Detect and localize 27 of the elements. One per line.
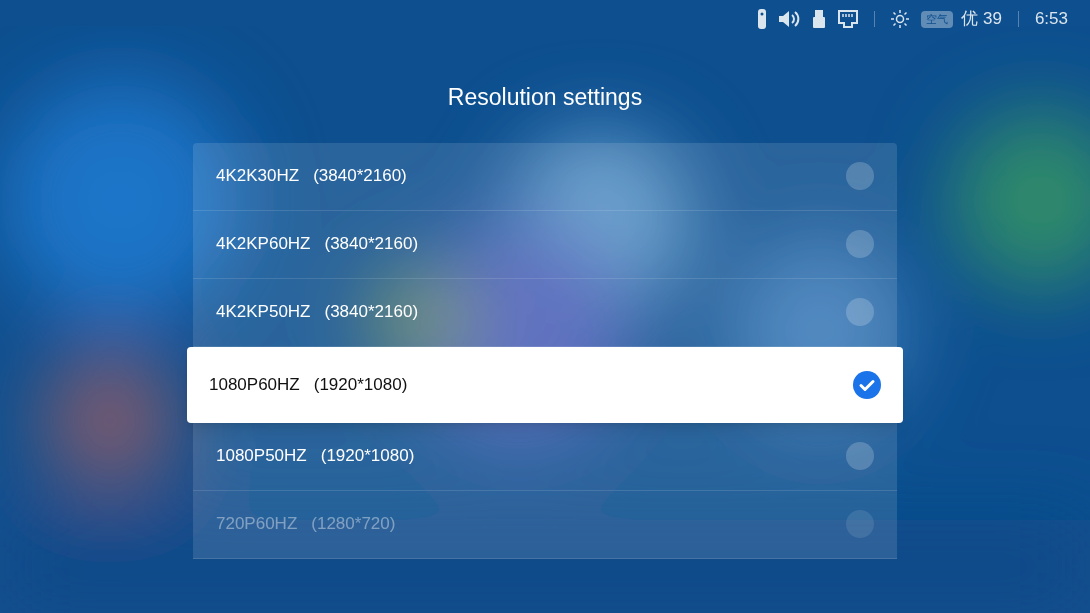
resolution-option[interactable]: 4K2K30HZ (3840*2160) <box>193 142 897 211</box>
mode-label: 4K2K30HZ <box>216 165 300 188</box>
resolution-option[interactable]: 4K2KP50HZ (3840*2160) <box>193 278 897 347</box>
resolution-option[interactable]: 1080P60HZ (1920*1080) <box>187 346 903 423</box>
resolution-label: (1280*720) <box>311 513 396 536</box>
usb-icon <box>812 10 827 28</box>
mode-label: 1080P60HZ <box>209 373 300 396</box>
resolution-label: (3840*2160) <box>313 165 407 188</box>
sun-icon <box>891 10 910 28</box>
mode-label: 4K2KP60HZ <box>216 233 311 256</box>
resolution-label: (3840*2160) <box>324 233 419 256</box>
remote-icon <box>758 9 767 29</box>
mode-label: 4K2KP50HZ <box>216 301 311 324</box>
resolution-option[interactable]: 4K2KP60HZ (3840*2160) <box>193 210 897 279</box>
resolution-option[interactable]: 1080P50HZ (1920*1080) <box>193 422 897 491</box>
resolution-label: (1920*1080) <box>313 373 408 396</box>
page-title: Resolution settings <box>447 83 643 112</box>
volume-icon <box>778 9 801 29</box>
resolution-label: (1920*1080) <box>320 445 415 468</box>
air-quality: 优 39 <box>961 8 1002 31</box>
clock: 6:53 <box>1034 8 1068 31</box>
air-badge: 空气 <box>921 10 954 28</box>
checkmark-icon <box>853 370 881 399</box>
mode-label: 720P60HZ <box>216 513 298 536</box>
mode-label: 1080P50HZ <box>216 445 307 468</box>
ethernet-icon <box>838 10 859 28</box>
resolution-label: (3840*2160) <box>324 301 419 324</box>
